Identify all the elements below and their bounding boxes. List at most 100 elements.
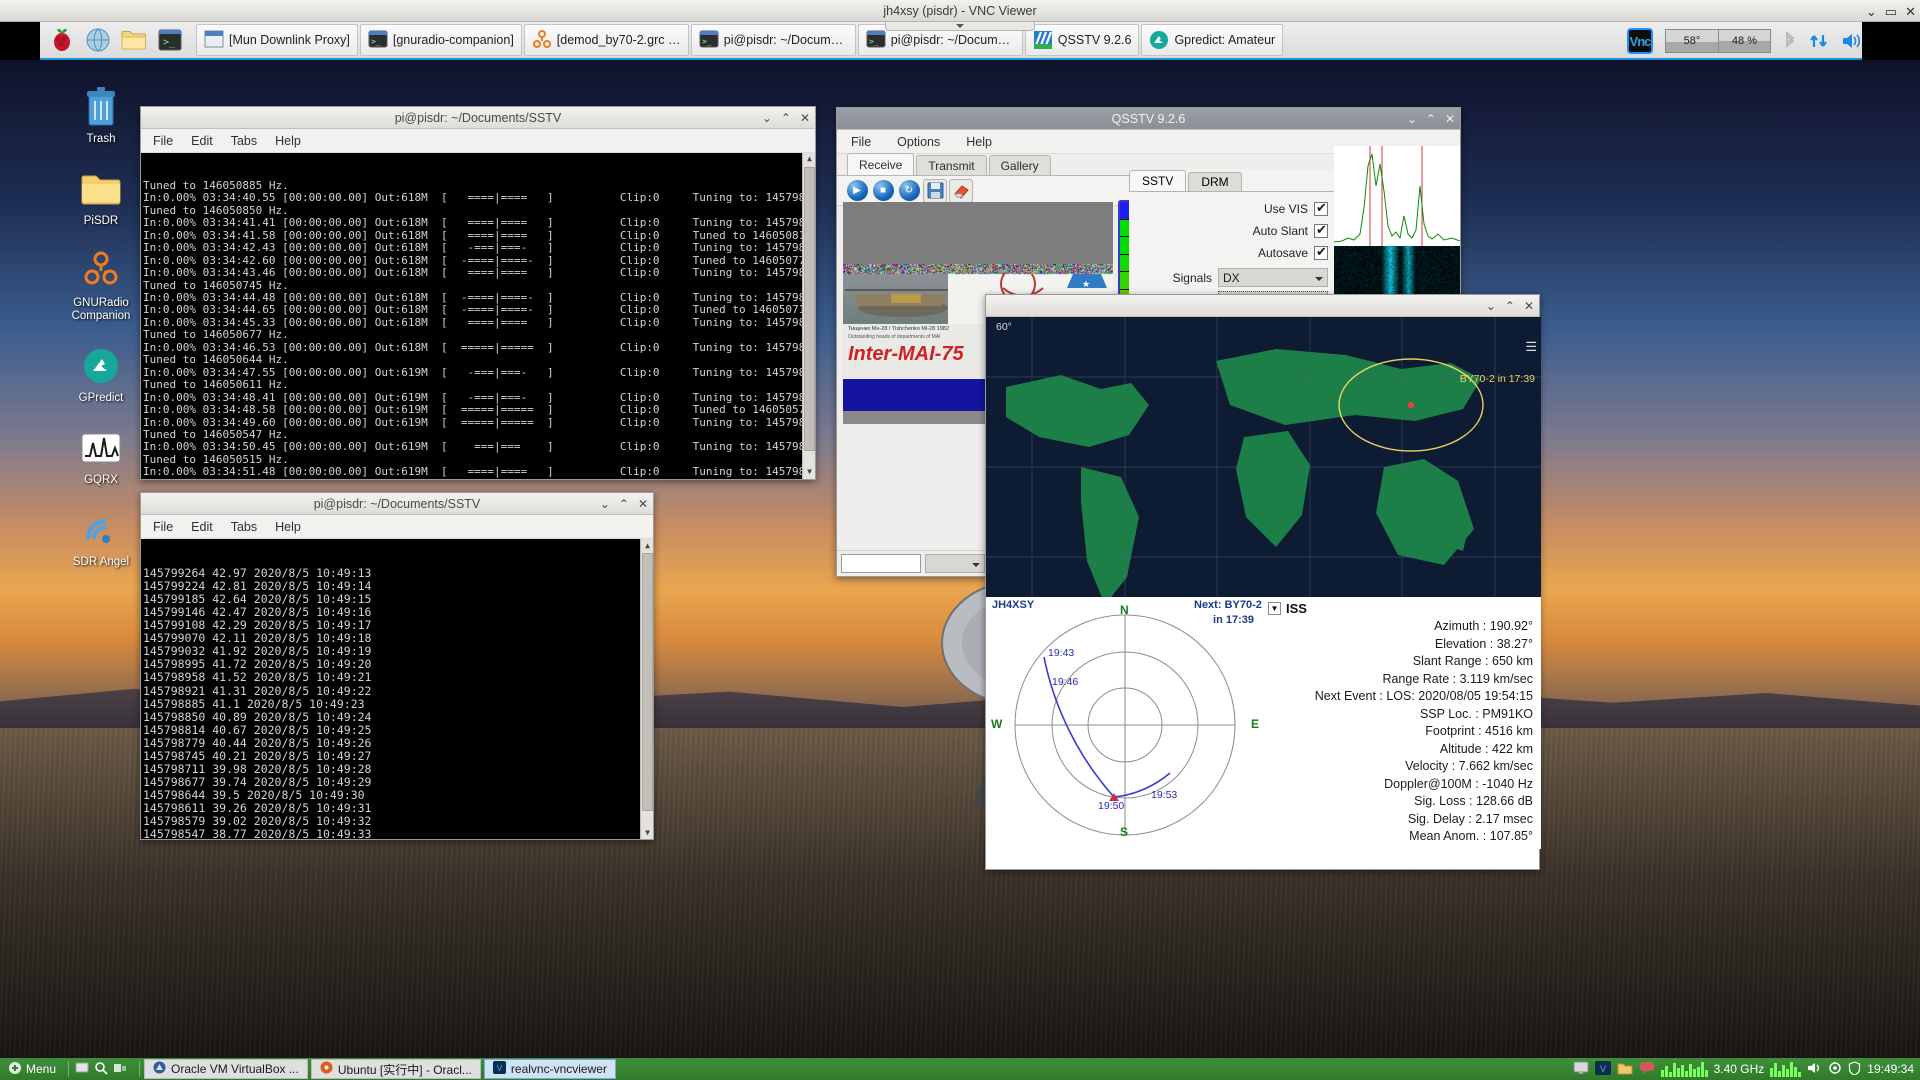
- vnc-toolbar-handle[interactable]: [885, 22, 1035, 31]
- frequency-input[interactable]: [841, 554, 921, 573]
- menu-tabs[interactable]: Tabs: [231, 520, 257, 534]
- autosave-checkbox[interactable]: [1314, 246, 1328, 260]
- refresh-button[interactable]: ↻: [897, 179, 921, 203]
- menu-file[interactable]: File: [851, 135, 871, 149]
- menu-help[interactable]: Help: [275, 134, 301, 148]
- task-qsstv[interactable]: QSSTV 9.2.6: [1025, 24, 1140, 56]
- task-mun-downlink-proxy[interactable]: [Mun Downlink Proxy]: [196, 24, 358, 56]
- scroll-down-icon[interactable]: ▼: [803, 466, 815, 479]
- task-terminal-1[interactable]: >_ pi@pisdr: ~/Docume...: [691, 24, 856, 56]
- vnc-tray-icon[interactable]: V: [1595, 1061, 1611, 1078]
- maximize-icon[interactable]: ⌃: [619, 498, 629, 510]
- minimize-icon[interactable]: ⌄: [600, 498, 610, 510]
- signals-select[interactable]: DX: [1218, 268, 1328, 287]
- qsstv-titlebar[interactable]: QSSTV 9.2.6 ⌄ ⌃ ✕: [837, 108, 1460, 130]
- monitor-icon[interactable]: [1573, 1061, 1589, 1078]
- terminal1-output[interactable]: Tuned to 146050885 Hz. In:0.00% 03:34:40.…: [141, 153, 815, 479]
- task-demod-grc[interactable]: [demod_by70-2.grc - ...: [524, 24, 689, 56]
- tab-drm[interactable]: DRM: [1188, 172, 1241, 191]
- host-task-realvnc[interactable]: V realvnc-vncviewer: [484, 1059, 616, 1079]
- mode-dropdown[interactable]: [925, 554, 985, 573]
- minimize-icon[interactable]: ⌄: [1486, 300, 1496, 312]
- minimize-icon[interactable]: ⌄: [762, 112, 772, 124]
- menu-edit[interactable]: Edit: [191, 520, 213, 534]
- volume-icon[interactable]: [1807, 1061, 1822, 1078]
- menu-file[interactable]: File: [153, 520, 173, 534]
- chat-icon[interactable]: [1639, 1061, 1655, 1078]
- maximize-icon[interactable]: ⌃: [1505, 300, 1515, 312]
- tab-gallery[interactable]: Gallery: [989, 155, 1051, 175]
- cpu-core-graph[interactable]: [1770, 1061, 1801, 1077]
- use-vis-checkbox[interactable]: [1314, 202, 1328, 216]
- host-clock[interactable]: 19:49:34: [1867, 1062, 1914, 1076]
- terminal2-output[interactable]: 145799264 42.97 2020/8/5 10:49:13 1457992…: [141, 539, 653, 839]
- gpredict-polar-plot[interactable]: JH4XSY N S W E Next: BY70-2 in 17:39 19:…: [986, 597, 1264, 849]
- scroll-down-icon[interactable]: ▼: [641, 826, 653, 839]
- terminal1-scrollbar[interactable]: ▲ ▼: [802, 153, 815, 479]
- gpredict-titlebar[interactable]: Gpredict: Amateur ⌄ ⌃ ✕: [986, 295, 1539, 317]
- scroll-up-icon[interactable]: ▲: [803, 153, 815, 166]
- save-button[interactable]: [923, 179, 947, 203]
- scroll-up-icon[interactable]: ▲: [641, 539, 653, 552]
- close-icon[interactable]: ✕: [1445, 113, 1455, 125]
- track-time-1: 19:43: [1048, 647, 1074, 659]
- volume-icon[interactable]: [1841, 32, 1863, 50]
- close-icon[interactable]: ✕: [1524, 300, 1534, 312]
- settings-icon[interactable]: [1828, 1061, 1842, 1078]
- menu-options[interactable]: Options: [897, 135, 940, 149]
- menu-tabs[interactable]: Tabs: [231, 134, 257, 148]
- network-updown-icon[interactable]: [1809, 31, 1829, 51]
- gpredict-world-map[interactable]: 60° BY70-2 in 17:39 -11°19°49°79°109°139…: [986, 317, 1541, 617]
- raspberry-menu-icon[interactable]: [47, 25, 77, 55]
- virtualbox-icon: [153, 1061, 166, 1077]
- info-value: 3.119 km/sec: [1456, 671, 1533, 689]
- web-browser-icon[interactable]: [83, 25, 113, 55]
- host-task-virtualbox[interactable]: Oracle VM VirtualBox ...: [144, 1059, 308, 1079]
- menu-file[interactable]: File: [153, 134, 173, 148]
- menu-edit[interactable]: Edit: [191, 134, 213, 148]
- tab-sstv[interactable]: SSTV: [1129, 170, 1186, 191]
- info-value: -1040 Hz: [1479, 776, 1533, 794]
- search-icon[interactable]: [94, 1061, 108, 1078]
- menu-help[interactable]: Help: [275, 520, 301, 534]
- scrollbar-thumb[interactable]: [804, 167, 815, 451]
- task-view-icon[interactable]: [113, 1061, 127, 1078]
- minimize-icon[interactable]: ⌄: [1407, 113, 1417, 125]
- cpu-usage-graph[interactable]: [1661, 1061, 1708, 1077]
- tab-transmit[interactable]: Transmit: [916, 155, 986, 175]
- maximize-icon[interactable]: ⌃: [1426, 113, 1436, 125]
- bluetooth-icon[interactable]: [1783, 31, 1797, 51]
- menu-help[interactable]: Help: [966, 135, 992, 149]
- collapse-icon[interactable]: ▼: [1268, 602, 1281, 615]
- stop-button[interactable]: ■: [871, 179, 895, 203]
- scrollbar-thumb[interactable]: [642, 553, 653, 811]
- minimize-icon[interactable]: ⌄: [1866, 5, 1877, 18]
- close-icon[interactable]: ✕: [800, 112, 810, 124]
- host-task-ubuntu[interactable]: Ubuntu [实行中] - Oracl...: [311, 1059, 481, 1079]
- file-manager-icon[interactable]: [119, 25, 149, 55]
- terminal1-titlebar[interactable]: pi@pisdr: ~/Documents/SSTV ⌄ ⌃ ✕: [141, 107, 815, 129]
- maximize-icon[interactable]: ▭: [1885, 5, 1897, 18]
- erase-button[interactable]: [949, 179, 973, 203]
- task-gpredict[interactable]: Gpredict: Amateur: [1141, 24, 1283, 56]
- host-start-menu-button[interactable]: Menu: [0, 1061, 64, 1078]
- hamburger-icon[interactable]: ☰: [1525, 339, 1537, 355]
- terminal2-titlebar[interactable]: pi@pisdr: ~/Documents/SSTV ⌄ ⌃ ✕: [141, 493, 653, 515]
- show-desktop-icon[interactable]: [75, 1061, 89, 1078]
- panel-left-spacer: [0, 22, 40, 60]
- close-icon[interactable]: ✕: [1905, 5, 1916, 18]
- system-monitor[interactable]: 58° 48 %: [1665, 29, 1771, 53]
- satellite-info-row: SSP Loc. : PM91KO: [1264, 706, 1541, 724]
- folder-icon[interactable]: [1617, 1061, 1633, 1078]
- maximize-icon[interactable]: ⌃: [781, 112, 791, 124]
- svg-text:>_: >_: [163, 37, 176, 48]
- task-gnuradio-companion[interactable]: >_ [gnuradio-companion]: [360, 24, 522, 56]
- terminal2-scrollbar[interactable]: ▲ ▼: [640, 539, 653, 839]
- auto-slant-checkbox[interactable]: [1314, 224, 1328, 238]
- tab-receive[interactable]: Receive: [847, 153, 914, 175]
- terminal-icon[interactable]: >_: [155, 25, 185, 55]
- vnc-tray-icon[interactable]: Vnc: [1627, 28, 1653, 54]
- shield-icon[interactable]: [1848, 1061, 1861, 1078]
- play-button[interactable]: ▶: [845, 179, 869, 203]
- close-icon[interactable]: ✕: [638, 498, 648, 510]
